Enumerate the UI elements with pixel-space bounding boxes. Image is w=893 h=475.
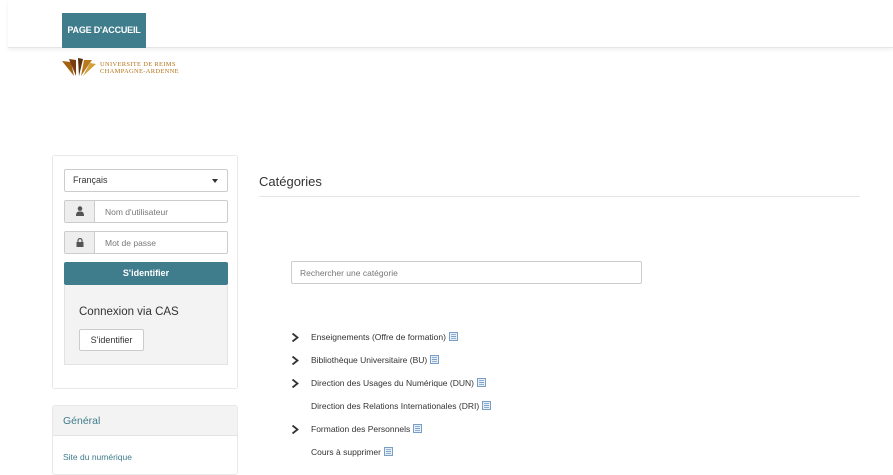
category-search-input[interactable]: [292, 262, 641, 283]
category-search-field: [291, 261, 642, 284]
password-input[interactable]: [96, 232, 227, 253]
description-icon: [482, 401, 492, 410]
category-label: Bibliothèque Universitaire (BU): [311, 355, 428, 365]
cas-login-button[interactable]: S'identifier: [79, 329, 144, 351]
university-logo[interactable]: UNIVERSITE DE REIMS CHAMPAGNE-ARDENNE: [60, 58, 210, 78]
language-select[interactable]: Français: [64, 169, 228, 192]
username-input[interactable]: [96, 201, 227, 222]
title-divider: [259, 196, 860, 197]
general-panel: Général Site du numérique: [52, 405, 238, 475]
digital-site-link[interactable]: Site du numérique: [63, 452, 132, 462]
university-logo-icon: [62, 58, 96, 76]
chevron-right-icon[interactable]: [291, 356, 299, 365]
caret-down-icon: [212, 179, 218, 183]
password-addon: [65, 232, 95, 253]
category-label: Enseignements (Offre de formation): [311, 332, 446, 342]
login-button[interactable]: S'identifier: [64, 262, 228, 285]
description-icon: [413, 424, 423, 433]
page-title: Catégories: [259, 174, 322, 189]
lock-icon: [76, 238, 84, 247]
category-label: Direction des Relations Internationales …: [311, 401, 480, 411]
category-label: Cours à supprimer: [311, 447, 381, 457]
chevron-right-icon[interactable]: [291, 425, 299, 434]
description-icon: [384, 447, 393, 456]
description-icon: [449, 332, 458, 341]
category-label: Formation des Personnels: [311, 424, 411, 434]
username-field-group: [64, 200, 228, 223]
chevron-right-icon[interactable]: [291, 379, 299, 388]
password-field-group: [64, 231, 228, 254]
logo-line-1: UNIVERSITE DE REIMS: [100, 61, 176, 68]
language-select-value: Français: [73, 175, 108, 185]
username-addon: [65, 201, 95, 222]
chevron-right-icon[interactable]: [291, 333, 299, 342]
category-label: Direction des Usages du Numérique (DUN): [311, 378, 474, 388]
description-icon: [430, 355, 440, 364]
general-panel-title: Général: [53, 406, 237, 436]
cas-title: Connexion via CAS: [79, 306, 179, 318]
description-icon: [477, 378, 486, 387]
logo-line-2: CHAMPAGNE-ARDENNE: [100, 68, 179, 75]
home-nav-button[interactable]: PAGE D'ACCUEIL: [62, 13, 146, 48]
cas-login-box: Connexion via CAS S'identifier: [64, 285, 228, 365]
user-icon: [76, 206, 84, 216]
login-panel: Français S'identifier Connexion via CAS …: [52, 155, 238, 389]
